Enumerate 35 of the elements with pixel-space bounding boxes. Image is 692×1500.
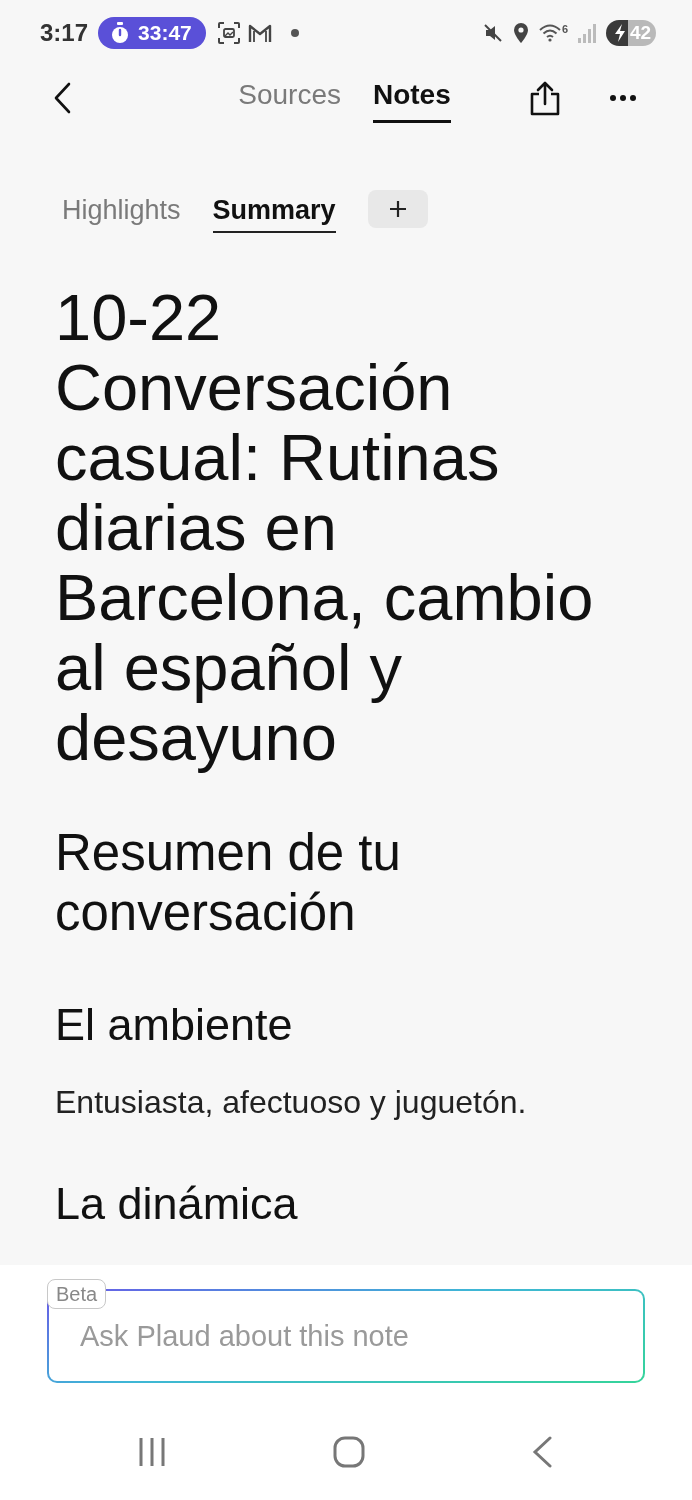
ask-input[interactable]: Ask Plaud about this note xyxy=(80,1316,623,1356)
location-icon xyxy=(512,22,529,44)
subsection-heading: La dinámica xyxy=(55,1177,299,1231)
chevron-left-icon xyxy=(53,82,71,114)
note-tab[interactable]: Highlights xyxy=(62,190,181,233)
home-icon[interactable] xyxy=(332,1436,365,1468)
share-icon xyxy=(529,80,561,116)
view-tab[interactable]: Sources xyxy=(238,73,341,123)
mute-icon xyxy=(482,23,503,43)
body-text: Entusiasta, afectuoso y juguetón. xyxy=(55,1083,528,1122)
share-button[interactable] xyxy=(529,80,561,116)
timer-chip[interactable]: 33:47 xyxy=(98,17,206,49)
m-logo-icon xyxy=(247,23,272,43)
wifi-icon xyxy=(538,24,561,42)
signal-icon xyxy=(578,23,596,43)
system-back-icon[interactable] xyxy=(532,1436,552,1468)
view-tab[interactable]: Notes xyxy=(372,73,451,123)
wifi-generation-label: 6 xyxy=(561,24,568,35)
note-tab[interactable]: Summary xyxy=(212,190,336,233)
subsection-heading: El ambiente xyxy=(55,998,294,1052)
add-tab-button[interactable] xyxy=(367,190,428,228)
back-button[interactable] xyxy=(53,82,71,114)
more-button[interactable] xyxy=(610,95,636,101)
section-heading: Resumen de tu conversación xyxy=(55,823,402,943)
battery-level-text: 42 xyxy=(630,22,652,44)
plus-icon xyxy=(388,200,407,218)
screenshot-icon xyxy=(217,22,240,44)
notification-dot-icon xyxy=(290,29,299,37)
stopwatch-icon xyxy=(110,22,131,44)
beta-badge: Beta xyxy=(47,1279,107,1309)
note-title: 10-22 Conversación casual: Rutinas diarias en Barcelona, cambio al español y desayuno xyxy=(55,283,595,773)
recent-apps-icon[interactable] xyxy=(139,1437,165,1467)
lightning-icon xyxy=(614,24,626,42)
more-icon xyxy=(610,95,636,101)
status-time: 3:17 xyxy=(40,19,89,47)
